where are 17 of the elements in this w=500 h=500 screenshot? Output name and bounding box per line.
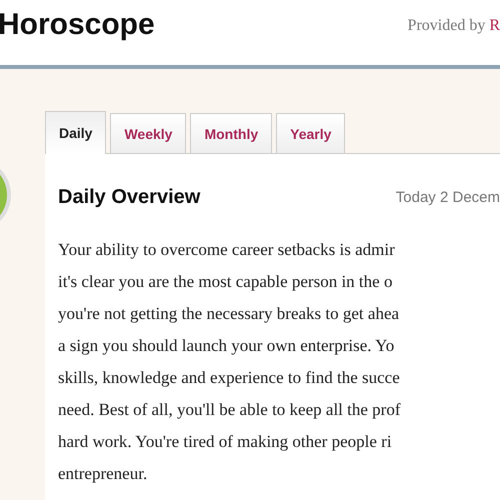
text-line: hard work. You're tired of making other people ri [58, 431, 392, 453]
text-line: skills, knowledge and experience to find the succe [58, 367, 400, 389]
page-title: Horoscope [0, 8, 156, 42]
section-heading: Daily Overview [58, 186, 200, 208]
text-line: Your ability to overcome career setbacks is admir [58, 239, 395, 261]
text-line: need. Best of all, you'll be able to keep all the prof [58, 399, 400, 421]
text-line: it's clear you are the most capable person in the o [58, 271, 392, 293]
provider-link[interactable]: R [489, 16, 500, 34]
tab[interactable]: Yearly [276, 113, 346, 153]
tab[interactable]: Daily [45, 111, 106, 154]
provider-credit: Provided by [408, 16, 486, 34]
text-line: entrepreneur. [58, 463, 148, 485]
text-line: a sign you should launch your own enterprise. Yo [58, 335, 394, 357]
tab[interactable]: Monthly [190, 113, 272, 153]
text-line: you're not getting the necessary breaks to get ahea [58, 303, 400, 325]
tab[interactable]: Weekly [110, 113, 186, 153]
date-label: Today 2 Decem [396, 188, 500, 206]
